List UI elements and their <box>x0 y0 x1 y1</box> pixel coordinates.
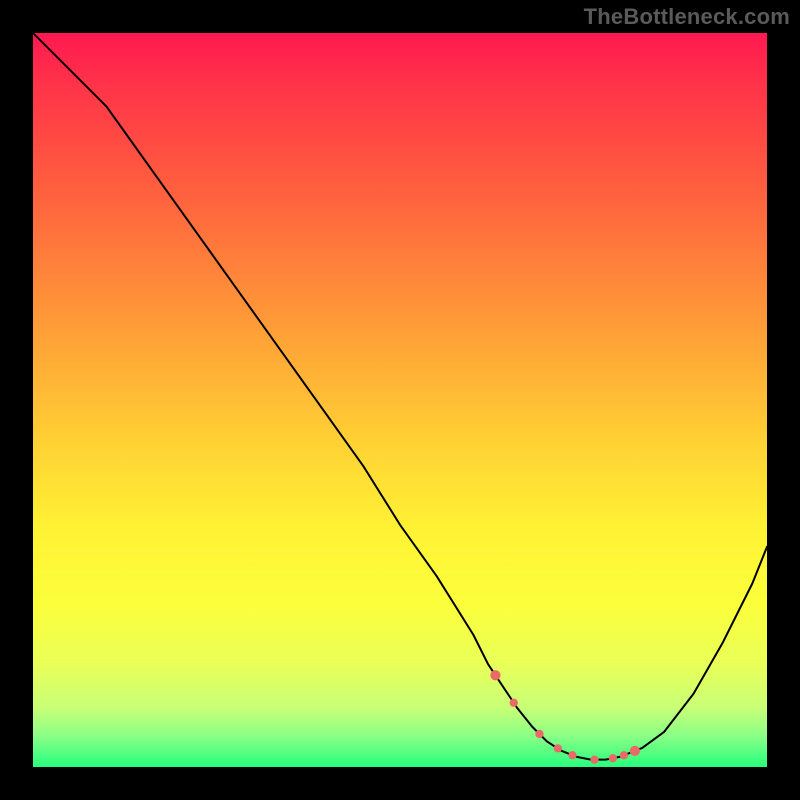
chart-frame: TheBottleneck.com <box>0 0 800 800</box>
marker-dot <box>490 670 500 680</box>
bottom-dots <box>490 670 640 764</box>
marker-dot <box>535 730 543 738</box>
marker-dot <box>554 744 562 752</box>
watermark-text: TheBottleneck.com <box>584 4 790 30</box>
marker-dot <box>630 746 640 756</box>
marker-dot <box>609 754 617 762</box>
marker-dot <box>620 751 628 759</box>
marker-dot <box>568 751 576 759</box>
bottleneck-curve <box>33 33 767 760</box>
marker-dot <box>590 756 598 764</box>
plot-area <box>33 33 767 767</box>
marker-dot <box>510 699 518 707</box>
curve-svg <box>33 33 767 767</box>
